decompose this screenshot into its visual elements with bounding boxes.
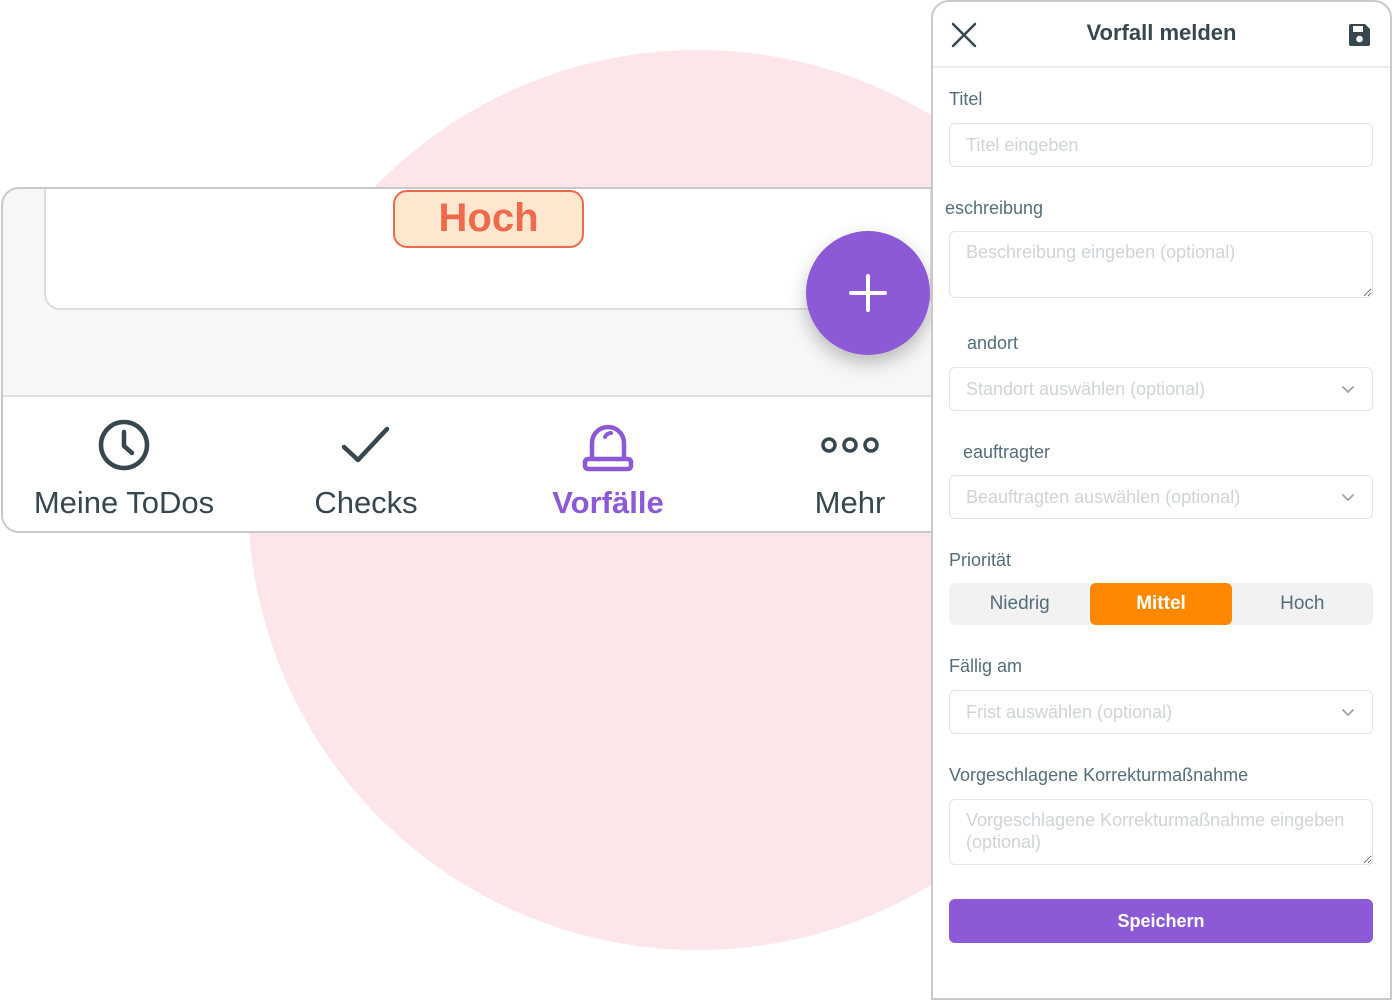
assignee-select-placeholder: Beauftragten auswählen (optional) <box>966 486 1241 507</box>
priority-label: Priorität <box>949 550 1012 570</box>
form-title: Vorfall melden <box>1086 20 1237 45</box>
nav-label: Checks <box>314 485 418 520</box>
report-incident-form: Vorfall melden Titel eschreibung andort … <box>931 0 1392 1000</box>
add-incident-button[interactable] <box>806 231 930 355</box>
priority-badge: Hoch <box>393 190 584 248</box>
save-icon-button[interactable] <box>1346 22 1372 48</box>
corrective-action-label: Vorgeschlagene Korrekturmaßnahme <box>949 765 1249 785</box>
form-header: Vorfall melden <box>933 2 1390 68</box>
plus-icon <box>849 274 887 312</box>
location-select[interactable]: Standort auswählen (optional) <box>949 367 1373 411</box>
chevron-down-icon <box>1342 386 1354 393</box>
title-label: Titel <box>949 89 983 109</box>
location-select-placeholder: Standort auswählen (optional) <box>966 378 1206 399</box>
save-icon <box>1349 24 1370 46</box>
alarm-light-icon <box>582 424 634 472</box>
assignee-select[interactable]: Beauftragten auswählen (optional) <box>949 475 1373 519</box>
clock-icon <box>98 419 150 471</box>
checkmark-icon <box>341 426 390 463</box>
priority-segmented-control: Niedrig Mittel Hoch <box>949 583 1373 625</box>
nav-label: Meine ToDos <box>33 485 215 520</box>
nav-item-checks[interactable]: Checks <box>245 397 487 531</box>
incident-list-screen: Hoch Meine ToDos Checks Vorfälle Mehr <box>1 187 969 533</box>
chevron-down-icon <box>1342 709 1354 716</box>
bottom-navigation: Meine ToDos Checks Vorfälle Mehr <box>3 395 967 531</box>
priority-option-low[interactable]: Niedrig <box>949 583 1090 625</box>
save-button[interactable]: Speichern <box>949 899 1373 943</box>
title-input[interactable] <box>949 123 1373 167</box>
description-input[interactable] <box>949 231 1373 298</box>
corrective-action-input[interactable] <box>949 799 1373 865</box>
chevron-down-icon <box>1342 494 1354 501</box>
priority-option-high[interactable]: Hoch <box>1232 583 1373 625</box>
assignee-label: eauftragter <box>963 442 1051 462</box>
location-label: andort <box>967 333 1019 353</box>
more-dots-icon <box>821 437 879 453</box>
due-date-select[interactable]: Frist auswählen (optional) <box>949 690 1373 734</box>
incident-card[interactable]: Hoch <box>44 189 932 310</box>
nav-item-vorfaelle[interactable]: Vorfälle <box>487 397 729 531</box>
due-date-label: Fällig am <box>949 656 1023 676</box>
priority-option-medium[interactable]: Mittel <box>1090 583 1232 625</box>
description-label: eschreibung <box>945 198 1044 218</box>
nav-item-meine-todos[interactable]: Meine ToDos <box>3 397 245 531</box>
nav-label: Vorfälle <box>552 485 664 520</box>
due-date-select-placeholder: Frist auswählen (optional) <box>966 701 1173 722</box>
